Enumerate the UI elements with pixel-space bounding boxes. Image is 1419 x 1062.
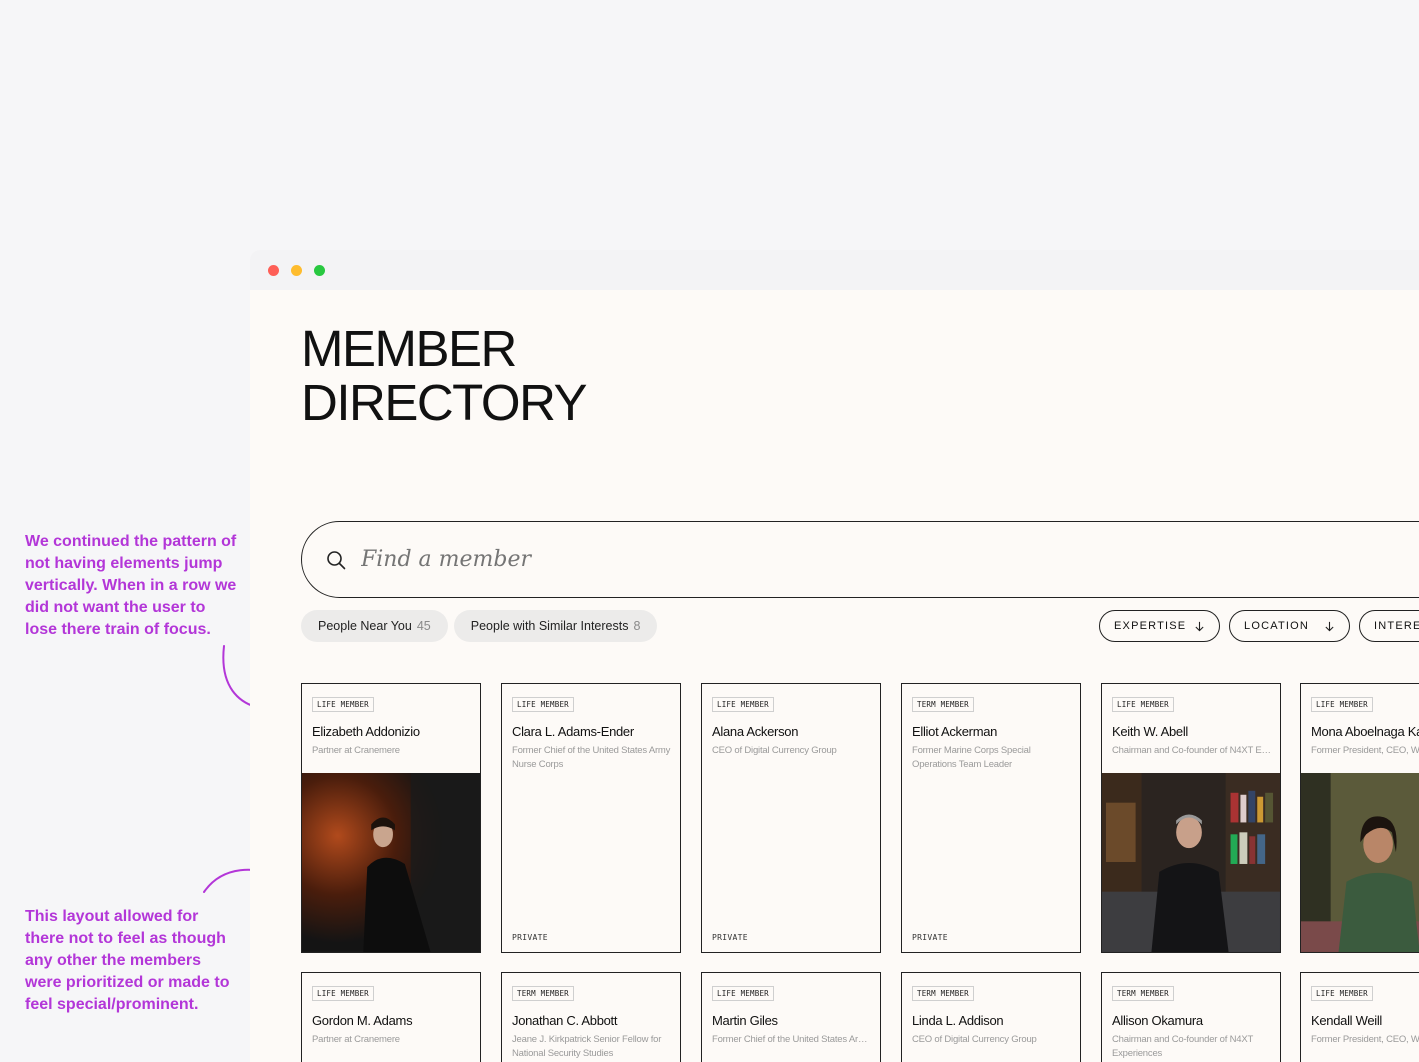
suggestion-chips: People Near You 45 People with Similar I… <box>301 610 658 642</box>
member-name: Allison Okamura <box>1112 1013 1203 1028</box>
member-role: Former Chief of the United States Army N… <box>712 1034 872 1045</box>
chip-people-near-you[interactable]: People Near You 45 <box>301 610 448 642</box>
member-type-badge: LIFE MEMBER <box>312 986 374 1001</box>
member-name: Elliot Ackerman <box>912 724 998 739</box>
member-role: Jeane J. Kirkpatrick Senior Fellow for N… <box>512 1034 662 1059</box>
member-card[interactable]: TERM MEMBER Jonathan C. Abbott Jeane J. … <box>501 972 681 1062</box>
member-card[interactable]: LIFE MEMBER Keith W. Abell Chairman and … <box>1101 683 1281 953</box>
member-type-badge: LIFE MEMBER <box>1311 986 1373 1001</box>
member-role: CEO of Digital Currency Group <box>712 745 837 756</box>
member-name: Jonathan C. Abbott <box>512 1013 618 1028</box>
chip-label: People with Similar Interests <box>470 619 629 633</box>
member-name: Alana Ackerson <box>712 724 799 739</box>
browser-window: MEMBER DIRECTORY People Near You 45 Peop… <box>250 250 1419 1062</box>
close-window-button[interactable] <box>268 264 279 276</box>
filter-interests[interactable]: INTERESTS <box>1359 610 1419 642</box>
member-name: Martin Giles <box>712 1013 778 1028</box>
member-role: Former President, CEO, Wells Fargo <box>1311 745 1419 756</box>
filter-location[interactable]: LOCATION <box>1229 610 1350 642</box>
annotation-layout-note: This layout allowed for there not to fee… <box>25 908 230 1013</box>
member-type-badge: TERM MEMBER <box>912 986 974 1001</box>
filter-label: EXPERTISE <box>1114 620 1187 632</box>
chip-label: People Near You <box>318 619 412 633</box>
member-photo <box>1102 773 1280 952</box>
member-card[interactable]: TERM MEMBER Allison Okamura Chairman and… <box>1101 972 1281 1062</box>
member-role: Partner at Cranemere <box>312 1034 400 1045</box>
member-card[interactable]: TERM MEMBER Elliot Ackerman Former Marin… <box>901 683 1081 953</box>
member-type-badge: LIFE MEMBER <box>1311 697 1373 712</box>
private-label: PRIVATE <box>712 933 748 942</box>
member-name: Linda L. Addison <box>912 1013 1004 1028</box>
page-title-line1: MEMBER <box>301 320 517 377</box>
member-name: Elizabeth Addonizio <box>312 724 420 739</box>
member-name: Kendall Weill <box>1311 1013 1383 1028</box>
maximize-window-button[interactable] <box>314 264 325 276</box>
filter-dropdowns: EXPERTISE LOCATION INTERESTS <box>1099 610 1419 642</box>
member-type-badge: LIFE MEMBER <box>1112 697 1174 712</box>
member-card[interactable]: LIFE MEMBER Clara L. Adams-Ender Former … <box>501 683 681 953</box>
member-card[interactable]: LIFE MEMBER Elizabeth Addonizio Partner … <box>301 683 481 953</box>
private-label: PRIVATE <box>912 933 948 942</box>
member-type-badge: LIFE MEMBER <box>712 986 774 1001</box>
member-search-bar[interactable] <box>301 521 1419 598</box>
minimize-window-button[interactable] <box>291 264 302 276</box>
member-card[interactable]: LIFE MEMBER Mona Aboelnaga Kanaan Former… <box>1300 683 1419 953</box>
chip-count: 45 <box>416 619 431 633</box>
member-role: Chairman and Co-founder of N4XT Experien… <box>1112 745 1272 756</box>
filter-label: INTERESTS <box>1374 620 1419 632</box>
member-card[interactable]: LIFE MEMBER Martin Giles Former Chief of… <box>701 972 881 1062</box>
member-card[interactable]: TERM MEMBER Linda L. Addison CEO of Digi… <box>901 972 1081 1062</box>
member-type-badge: LIFE MEMBER <box>712 697 774 712</box>
member-photo <box>302 773 480 952</box>
member-card[interactable]: LIFE MEMBER Kendall Weill Former Preside… <box>1300 972 1419 1062</box>
member-role: CEO of Digital Currency Group <box>912 1034 1037 1045</box>
member-role: Chairman and Co-founder of N4XT Experien… <box>1112 1034 1253 1059</box>
member-type-badge: TERM MEMBER <box>512 986 574 1001</box>
member-role: Partner at Cranemere <box>312 745 400 756</box>
member-role: Former Chief of the United States Army N… <box>512 745 671 770</box>
member-photo <box>1301 773 1419 952</box>
member-name: Mona Aboelnaga Kanaan <box>1311 724 1419 739</box>
member-card[interactable]: LIFE MEMBER Alana Ackerson CEO of Digita… <box>701 683 881 953</box>
member-type-badge: LIFE MEMBER <box>512 697 574 712</box>
search-icon <box>327 550 346 569</box>
member-name: Clara L. Adams-Ender <box>512 724 634 739</box>
member-name: Keith W. Abell <box>1112 724 1189 739</box>
page-title: MEMBER DIRECTORY <box>301 320 588 431</box>
member-card[interactable]: LIFE MEMBER Gordon M. Adams Partner at C… <box>301 972 481 1062</box>
member-name: Gordon M. Adams <box>312 1013 413 1028</box>
member-type-badge: TERM MEMBER <box>1112 986 1174 1001</box>
chip-count: 8 <box>633 619 641 633</box>
page-title-line2: DIRECTORY <box>301 374 588 431</box>
member-role: Former Marine Corps Special Operations T… <box>912 745 1031 770</box>
member-type-badge: LIFE MEMBER <box>312 697 374 712</box>
arrow-down-icon <box>1325 621 1334 631</box>
search-input[interactable] <box>361 547 961 572</box>
filter-label: LOCATION <box>1244 620 1310 632</box>
member-type-badge: TERM MEMBER <box>912 697 974 712</box>
window-titlebar <box>250 250 1419 290</box>
member-role: Former President, CEO, Wells Fargo <box>1311 1034 1419 1045</box>
chip-similar-interests[interactable]: People with Similar Interests 8 <box>453 610 658 642</box>
arrow-down-icon <box>1195 621 1204 631</box>
filter-expertise[interactable]: EXPERTISE <box>1099 610 1220 642</box>
private-label: PRIVATE <box>512 933 548 942</box>
annotation-focus-note: We continued the pattern of not having e… <box>25 533 237 638</box>
